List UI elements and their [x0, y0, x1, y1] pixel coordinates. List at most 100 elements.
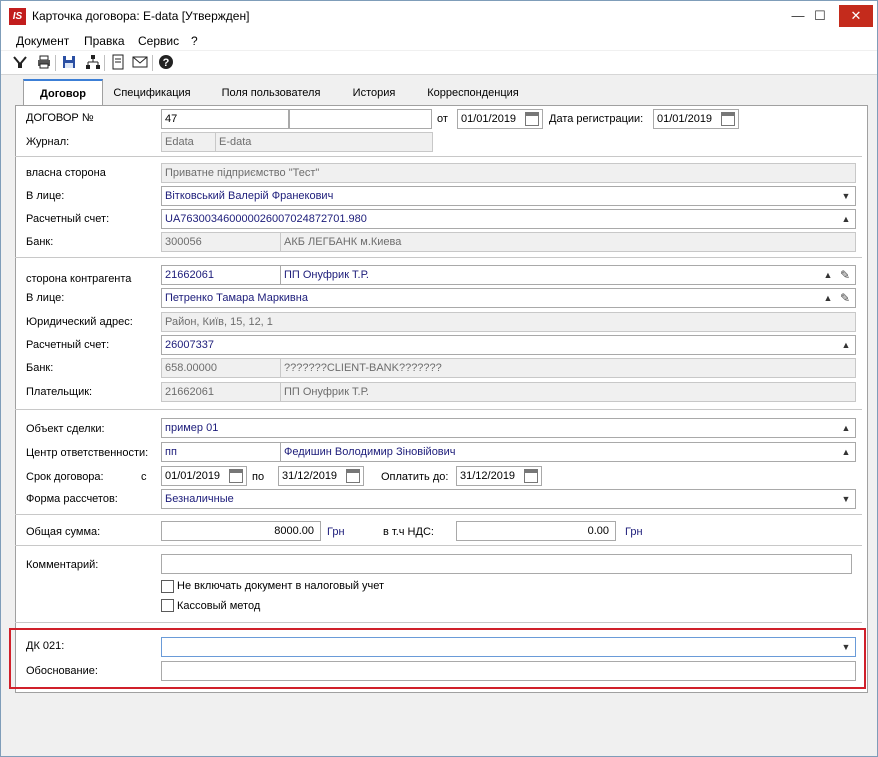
- tab-history[interactable]: История: [341, 82, 407, 104]
- contract-no-extra-input[interactable]: [289, 109, 432, 129]
- payer-name-field: ПП Онуфрик Т.Р.: [280, 382, 856, 402]
- contract-date-input[interactable]: 01/01/2019: [457, 109, 543, 129]
- reason-input[interactable]: [161, 661, 856, 681]
- close-button[interactable]: ✕: [839, 5, 873, 27]
- own-bank-code-field: 300056: [161, 232, 281, 252]
- comment-input[interactable]: [161, 554, 852, 574]
- menu-edit[interactable]: Правка: [84, 34, 125, 48]
- calendar-icon[interactable]: [721, 112, 735, 126]
- chevron-up-icon[interactable]: ▲: [841, 211, 851, 227]
- calendar-icon[interactable]: [524, 469, 538, 483]
- total-sum-input[interactable]: 8000.00: [161, 521, 321, 541]
- print-icon[interactable]: [35, 54, 53, 72]
- pencil-icon[interactable]: ✎: [838, 290, 852, 306]
- toolbar-separator: [55, 55, 56, 71]
- own-person-label: В лице:: [26, 190, 65, 202]
- exclude-tax-label: Не включать документ в налоговый учет: [177, 580, 385, 592]
- term-from-label: с: [141, 471, 147, 483]
- chevron-up-icon[interactable]: ▲: [823, 290, 833, 306]
- maximize-button[interactable]: ☐: [807, 5, 833, 27]
- mail-icon[interactable]: [131, 54, 149, 72]
- responsibility-center-label: Центр ответственности:: [26, 447, 149, 459]
- comment-label: Комментарий:: [26, 559, 99, 571]
- pencil-icon[interactable]: ✎: [838, 267, 852, 283]
- counterparty-bank-name-field: ???????CLIENT-BANK???????: [280, 358, 856, 378]
- counterparty-person-select[interactable]: Петренко Тамара Маркивна ▲ ✎: [161, 288, 856, 308]
- calendar-icon[interactable]: [346, 469, 360, 483]
- deal-object-label: Объект сделки:: [26, 423, 105, 435]
- toolbar: ?: [1, 51, 877, 75]
- filter-icon[interactable]: [11, 54, 29, 72]
- menu-document[interactable]: Документ: [16, 34, 69, 48]
- document-icon[interactable]: [109, 54, 127, 72]
- cash-method-checkbox[interactable]: [161, 599, 174, 612]
- own-party-field: Приватне підприємство "Тест": [161, 163, 856, 183]
- counterparty-code-input[interactable]: 21662061: [161, 265, 281, 285]
- term-from-input[interactable]: 01/01/2019: [161, 466, 247, 486]
- tab-correspondence[interactable]: Корреспонденция: [417, 82, 529, 104]
- responsibility-center-code-input[interactable]: пп: [161, 442, 281, 462]
- section-divider: [15, 257, 862, 258]
- own-party-label: власна сторона: [26, 167, 106, 179]
- counterparty-account-select[interactable]: 26007337 ▲: [161, 335, 856, 355]
- term-to-value: 31/12/2019: [282, 470, 338, 482]
- reg-date-input[interactable]: 01/01/2019: [653, 109, 739, 129]
- deal-object-select[interactable]: пример 01 ▲: [161, 418, 856, 438]
- term-to-input[interactable]: 31/12/2019: [278, 466, 364, 486]
- menu-bar: Документ Правка Сервис ?: [1, 32, 877, 50]
- calendar-icon[interactable]: [525, 112, 539, 126]
- chevron-up-icon[interactable]: ▲: [841, 420, 851, 436]
- menu-service[interactable]: Сервис: [138, 34, 179, 48]
- help-icon[interactable]: ?: [157, 54, 175, 72]
- section-divider: [15, 545, 862, 546]
- contract-no-input[interactable]: 47: [161, 109, 289, 129]
- responsibility-center-select[interactable]: Федишин Володимир Зіновійович ▲: [280, 442, 856, 462]
- chevron-down-icon[interactable]: ▼: [841, 639, 851, 655]
- own-account-value: UA763003460000026007024872701.980: [165, 213, 367, 225]
- window-title: Карточка договора: E-data [Утвержден]: [32, 9, 250, 23]
- deal-object-value: пример 01: [165, 422, 219, 434]
- own-account-label: Расчетный счет:: [26, 213, 110, 225]
- tree-icon[interactable]: [84, 54, 102, 72]
- section-divider: [15, 156, 862, 157]
- tab-specification[interactable]: Спецификация: [105, 82, 199, 104]
- own-bank-name-field: АКБ ЛЕГБАНК м.Киева: [280, 232, 856, 252]
- total-currency-label: Грн: [327, 526, 345, 538]
- date-from-label: от: [437, 113, 448, 125]
- dk021-label: ДК 021:: [26, 640, 65, 652]
- dk021-select[interactable]: ▼: [161, 637, 856, 657]
- tab-user-fields[interactable]: Поля пользователя: [209, 82, 333, 104]
- own-bank-label: Банк:: [26, 236, 54, 248]
- payment-form-select[interactable]: Безналичные ▼: [161, 489, 856, 509]
- total-sum-label: Общая сумма:: [26, 526, 101, 538]
- contract-no-label: ДОГОВОР №: [26, 112, 94, 124]
- exclude-tax-checkbox[interactable]: [161, 580, 174, 593]
- counterparty-name-select[interactable]: ПП Онуфрик Т.Р. ▲ ✎: [280, 265, 856, 285]
- chevron-down-icon[interactable]: ▼: [841, 188, 851, 204]
- app-logo-icon: IS: [9, 8, 26, 25]
- section-divider: [15, 514, 862, 515]
- tab-contract[interactable]: Договор: [23, 79, 103, 106]
- chevron-up-icon[interactable]: ▲: [841, 444, 851, 460]
- responsibility-center-value: Федишин Володимир Зіновійович: [284, 446, 456, 458]
- own-person-value: Вітковський Валерій Франекович: [165, 190, 334, 202]
- pay-until-input[interactable]: 31/12/2019: [456, 466, 542, 486]
- calendar-icon[interactable]: [229, 469, 243, 483]
- counterparty-label: сторона контрагента: [26, 273, 132, 285]
- term-to-label: по: [252, 471, 265, 483]
- pay-until-value: 31/12/2019: [460, 470, 516, 482]
- journal-code-field: Edata: [161, 132, 217, 152]
- vat-input[interactable]: 0.00: [456, 521, 616, 541]
- own-person-select[interactable]: Вітковський Валерій Франекович ▼: [161, 186, 856, 206]
- own-account-select[interactable]: UA763003460000026007024872701.980 ▲: [161, 209, 856, 229]
- save-icon[interactable]: [60, 54, 78, 72]
- reg-date-label: Дата регистрации:: [549, 113, 644, 125]
- payer-code-field: 21662061: [161, 382, 281, 402]
- menu-help[interactable]: ?: [191, 34, 198, 48]
- chevron-down-icon[interactable]: ▼: [841, 491, 851, 507]
- chevron-up-icon[interactable]: ▲: [841, 337, 851, 353]
- counterparty-name-value: ПП Онуфрик Т.Р.: [284, 269, 369, 281]
- toolbar-separator: [152, 55, 153, 71]
- contract-term-label: Срок договора:: [26, 471, 104, 483]
- chevron-up-icon[interactable]: ▲: [823, 267, 833, 283]
